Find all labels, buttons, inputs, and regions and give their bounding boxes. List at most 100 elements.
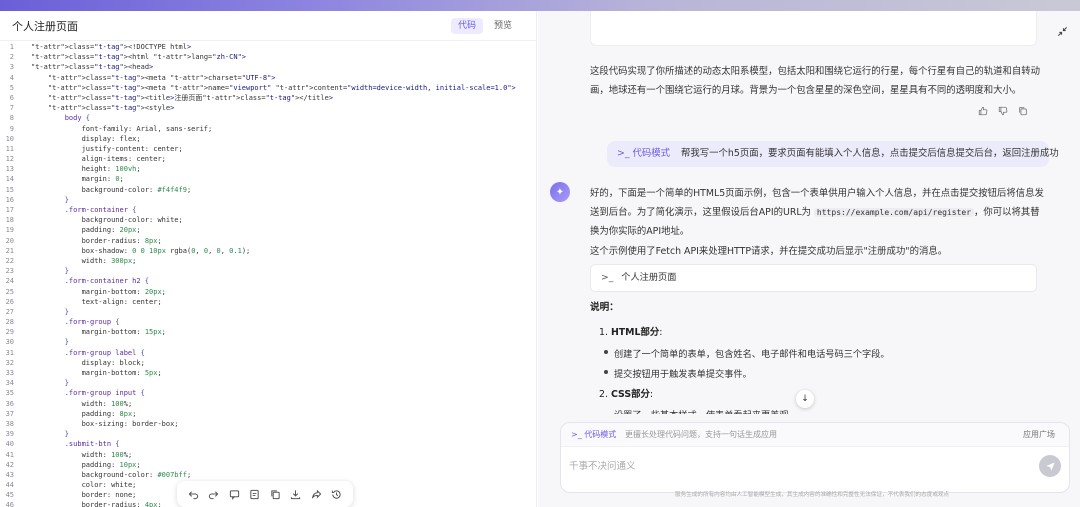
api-url: https://example.com/api/register [813, 208, 975, 217]
line-number: 30 [5, 338, 14, 347]
line-number: 37 [5, 409, 14, 418]
code-panel: 个人注册页面 代码 预览 1 "t-attr">class="t-tag"><!D… [0, 11, 537, 507]
line-content: } [64, 307, 69, 316]
line-content: box-sizing: border-box; [81, 419, 179, 428]
line-number: 16 [5, 195, 14, 204]
code-editor[interactable]: 1 "t-attr">class="t-tag"><!DOCTYPE html> 2… [0, 42, 536, 507]
previous-answer-text: 这段代码实现了你所描述的动态太阳系模型，包括太阳和围绕它运行的行星，每个行星有自… [590, 66, 1041, 96]
code-line: 39 } [0, 429, 536, 439]
code-line: 28 .form-group { [0, 317, 536, 327]
code-line: 16 } [0, 195, 536, 205]
code-line: 27 } [0, 307, 536, 317]
send-icon [1045, 461, 1055, 471]
line-content: width: 300px; [81, 256, 137, 265]
line-content: "t-attr">class="t-tag"><head> [31, 63, 154, 72]
code-line: 5 "t-attr">class="t-tag"><meta "t-attr">… [0, 83, 536, 93]
user-message: >_ 代码模式 帮我写一个h5页面，要求页面有能填入个人信息，点击提交后信息提交… [607, 141, 1059, 167]
line-content: display: block; [81, 358, 145, 367]
tab-code[interactable]: 代码 [450, 18, 483, 34]
code-line: 18 background-color: white; [0, 215, 536, 225]
code-reference-card[interactable]: >_ 个人注册页面 [590, 264, 1037, 292]
list-item: 设置了一些基本样式，使表单看起来更美观。 [614, 407, 798, 414]
line-number: 2 [9, 53, 14, 62]
line-content: } [64, 379, 69, 388]
line-number: 11 [5, 144, 14, 153]
code-line: 13 height: 100vh; [0, 164, 536, 174]
thumbs-up-icon[interactable] [978, 106, 988, 119]
code-line: 15 background-color: #f4f4f9; [0, 185, 536, 195]
line-number: 17 [5, 206, 14, 214]
undo-icon[interactable] [186, 487, 200, 501]
line-number: 8 [9, 114, 14, 123]
line-content: body { [64, 114, 91, 123]
code-line: 41 width: 100%; [0, 450, 536, 460]
message-actions [978, 106, 1028, 119]
assistant-logo-icon: ✦ [555, 186, 565, 198]
line-content: border-radius: 4px; [81, 501, 162, 507]
code-line: 2 "t-attr">class="t-tag"><html "t-attr">l… [0, 52, 536, 62]
code-line: 24 .form-container h2 { [0, 276, 536, 286]
code-line: 35 .form-group input { [0, 388, 536, 398]
line-content: "t-attr">class="t-tag"><!DOCTYPE html> [31, 43, 192, 51]
disclaimer: 服务生成的所有内容均由人工智能模型生成，其生成内容的准确性和完整性无法保证，不代… [675, 492, 950, 498]
code-line: 1 "t-attr">class="t-tag"><!DOCTYPE html> [0, 42, 536, 52]
download-icon[interactable] [289, 487, 303, 501]
code-line: 20 border-radius: 8px; [0, 236, 536, 246]
code-line: 8 body { [0, 113, 536, 123]
history-icon[interactable] [330, 487, 344, 501]
line-number: 42 [5, 460, 14, 469]
line-content: "t-attr">class="t-tag"><meta "t-attr">ch… [47, 73, 276, 82]
line-content: } [64, 195, 69, 204]
code-line: 43 background-color: #007bff; [0, 470, 536, 480]
editor-toolbar [177, 481, 353, 507]
line-number: 4 [9, 73, 14, 82]
code-line: 40 .submit-btn { [0, 439, 536, 449]
line-number: 6 [9, 93, 14, 102]
line-number: 46 [5, 501, 14, 507]
code-panel-title: 个人注册页面 [12, 20, 78, 33]
line-number: 27 [5, 307, 14, 316]
line-content: margin-bottom: 5px; [81, 369, 162, 377]
code-reference-label: 个人注册页面 [621, 272, 677, 283]
tab-preview[interactable]: 预览 [487, 18, 519, 34]
code-line: 42 padding: 10px; [0, 460, 536, 470]
line-number: 5 [9, 83, 14, 92]
copy-message-icon[interactable] [1018, 106, 1028, 119]
code-line: 10 display: flex; [0, 134, 536, 144]
chat-input-box: >_ 代码模式 更擅长处理代码问题，支持一句话生成应用 应用广场 [560, 422, 1070, 493]
answer-para-2: 这个示例使用了Fetch API来处理HTTP请求，并在提交成功后显示"注册成功… [590, 246, 948, 257]
line-number: 21 [5, 246, 14, 255]
copy-icon[interactable] [268, 487, 282, 501]
user-mode-tag: >_ 代码模式 [617, 148, 671, 159]
redo-icon[interactable] [207, 487, 221, 501]
edit-icon[interactable] [248, 487, 262, 501]
chat-input[interactable] [569, 456, 1029, 476]
code-line: 33 margin-bottom: 5px; [0, 368, 536, 378]
comment-icon[interactable] [227, 487, 241, 501]
line-content: width: 100%; [81, 450, 133, 459]
line-content: .form-container { [64, 206, 137, 214]
send-button[interactable] [1039, 455, 1061, 477]
line-content: text-align: center; [81, 297, 162, 306]
code-line: 11 justify-content: center; [0, 144, 536, 154]
user-message-text: 帮我写一个h5页面，要求页面有能填入个人信息，点击提交后信息提交后台，返回注册成… [681, 148, 1059, 159]
code-panel-header: 个人注册页面 代码 预览 [0, 11, 536, 41]
code-mode-chip[interactable]: >_ 代码模式 [571, 429, 616, 440]
line-content: box-shadow: 0 0 10px rgba(0, 0, 0, 0.1); [81, 246, 251, 255]
line-number: 41 [5, 450, 14, 459]
list-item: 创建了一个简单的表单，包含姓名、电子邮件和电话号码三个字段。 [604, 346, 890, 360]
code-line: 17 .form-container { [0, 205, 536, 215]
collapse-icon[interactable] [1052, 21, 1072, 41]
line-number: 32 [5, 358, 14, 367]
mode-description: 更擅长处理代码问题，支持一句话生成应用 [625, 430, 777, 439]
line-content: margin: 0; [81, 175, 124, 184]
share-icon[interactable] [309, 487, 323, 501]
thumbs-down-icon[interactable] [998, 106, 1008, 119]
scroll-down-button[interactable]: ↓ [796, 390, 814, 408]
line-number: 43 [5, 470, 14, 479]
line-number: 44 [5, 481, 14, 490]
app-square-link[interactable]: 应用广场 [1023, 429, 1055, 440]
code-line: 38 box-sizing: border-box; [0, 419, 536, 429]
line-content: display: flex; [81, 134, 141, 143]
ol-item-1: 1. HTML部分: [599, 327, 663, 338]
